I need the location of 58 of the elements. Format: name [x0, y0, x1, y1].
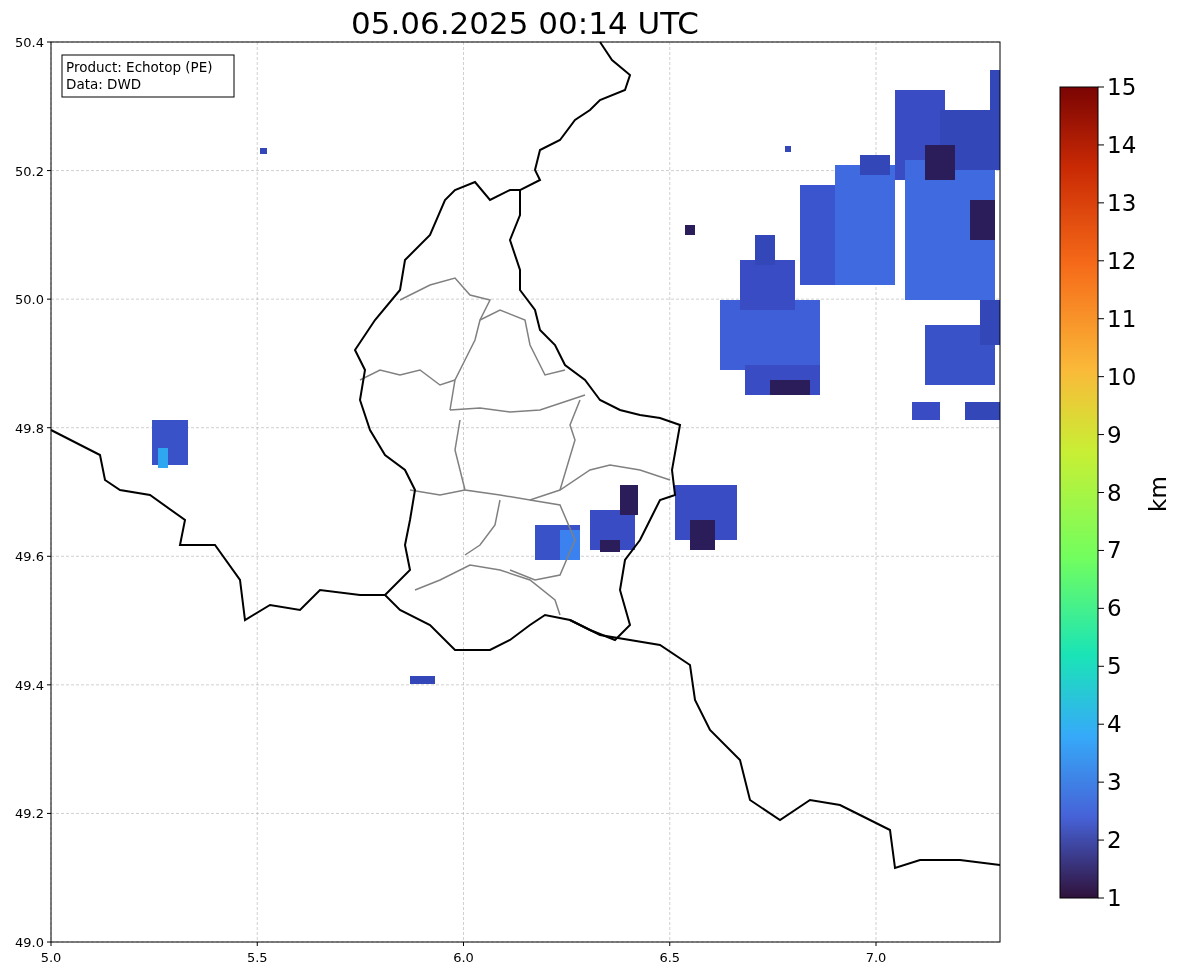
y-tick-label: 49.4	[15, 677, 44, 693]
tick-mark	[46, 427, 52, 429]
tick-mark	[1097, 723, 1105, 725]
colorbar-tick-label: 2	[1107, 827, 1122, 854]
tick-mark	[1097, 202, 1105, 204]
colorbar-tick-label: 1	[1107, 885, 1122, 911]
y-tick-label: 49.6	[15, 549, 44, 565]
colorbar-tick-label: 14	[1107, 131, 1137, 158]
x-tick-label: 5.5	[246, 950, 268, 965]
tick-mark	[46, 170, 52, 172]
colorbar-tick-label: 7	[1107, 537, 1122, 564]
y-tick-label: 49.8	[15, 420, 44, 436]
tick-mark	[1097, 781, 1105, 783]
y-tick-label: 50.2	[15, 163, 44, 179]
tick-mark	[46, 812, 52, 814]
tick-mark	[1097, 607, 1105, 609]
x-tick-label: 6.5	[659, 950, 681, 965]
colorbar-label: km	[1145, 476, 1171, 512]
info-text: Data: DWD	[66, 76, 142, 92]
y-tick-label: 49.0	[15, 935, 44, 950]
tick-mark	[1097, 897, 1105, 899]
colorbar-tick-label: 9	[1107, 421, 1122, 448]
colorbar-tick-label: 3	[1107, 769, 1122, 796]
colorbar-tick-label: 13	[1107, 189, 1137, 216]
tick-mark	[1097, 839, 1105, 841]
y-tick-label: 50.0	[15, 292, 44, 308]
tick-mark	[1097, 144, 1105, 146]
colorbar-tick-label: 5	[1107, 653, 1122, 680]
x-tick-label: 5.0	[40, 950, 62, 965]
tick-mark	[1097, 492, 1105, 493]
tick-mark	[463, 941, 464, 947]
tick-mark	[1097, 665, 1105, 667]
tick-mark	[1097, 86, 1105, 88]
colorbar-tick-label: 10	[1107, 363, 1137, 390]
tick-mark	[1097, 260, 1105, 262]
tick-mark	[46, 41, 52, 43]
tick-mark	[1097, 434, 1105, 436]
tick-mark	[1097, 318, 1105, 320]
colorbar-tick-label: 8	[1107, 479, 1122, 506]
colorbar-tick-label: 11	[1107, 305, 1137, 332]
plot-title: 05.06.2025 00:14 UTC	[351, 5, 699, 41]
tick-mark	[46, 298, 52, 300]
tick-mark	[1097, 549, 1105, 551]
x-tick-label: 7.0	[865, 950, 887, 965]
tick-mark	[1097, 376, 1105, 378]
colorbar-tick-label: 12	[1107, 247, 1137, 274]
y-tick-label: 50.4	[15, 35, 44, 50]
tick-mark	[256, 941, 258, 947]
info-text: Product: Echotop (PE)	[66, 59, 213, 75]
y-tick-label: 49.2	[15, 806, 44, 822]
tick-mark	[669, 941, 671, 947]
tick-mark	[46, 684, 52, 686]
tick-mark	[875, 941, 877, 947]
colorbar-tick-label: 15	[1107, 74, 1137, 100]
colorbar-tick-label: 4	[1107, 711, 1122, 738]
colorbar-tick-label: 6	[1107, 595, 1122, 622]
tick-mark	[46, 555, 52, 557]
x-tick-label: 6.0	[453, 950, 474, 965]
